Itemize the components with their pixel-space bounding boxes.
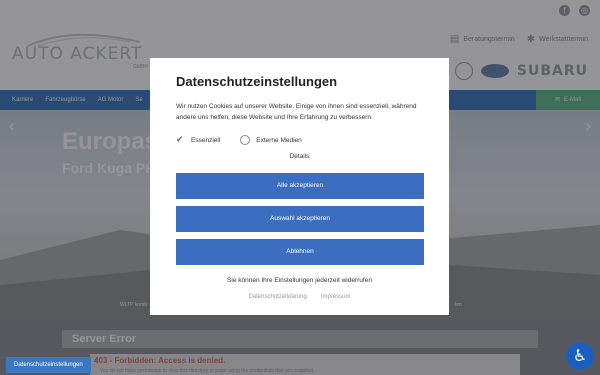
unchecked-icon <box>240 135 251 145</box>
reject-button[interactable]: Ablehnen <box>176 239 424 265</box>
essential-label: Essenziell <box>191 136 221 144</box>
external-media-label: Externe Medien <box>256 136 302 144</box>
dialog-title: Datenschutzeinstellungen <box>176 74 338 89</box>
accept-all-button[interactable]: Alle akzeptieren <box>176 173 424 199</box>
accept-selection-button[interactable]: Auswahl akzeptieren <box>176 206 424 232</box>
accessibility-icon[interactable]: ♿ <box>566 342 594 370</box>
privacy-settings-button[interactable]: Datenschutzeinstellungen <box>6 357 91 373</box>
dialog-text: Wir nutzen Cookies auf unserer Website. … <box>176 103 417 121</box>
cookie-consent-dialog: Datenschutzeinstellungen Wir nutzen Cook… <box>150 58 449 315</box>
dialog-links: Datenschutzerklärung Impressum <box>150 294 449 300</box>
page: f ◎ AUTO ACKERT GMBH ▤ Beratungstermin ✱… <box>0 0 600 375</box>
consent-options: ✔ Essenziell Externe Medien <box>176 135 302 145</box>
essential-checkbox[interactable]: ✔ Essenziell <box>176 134 221 145</box>
imprint-link[interactable]: Impressum <box>321 294 351 300</box>
privacy-policy-link[interactable]: Datenschutzerklärung <box>248 294 306 300</box>
details-link[interactable]: Details <box>150 153 449 160</box>
revoke-note: Sie können Ihre Einstellungen jederzeit … <box>227 277 372 284</box>
external-media-checkbox[interactable]: Externe Medien <box>240 135 302 145</box>
checkmark-icon: ✔ <box>176 134 184 145</box>
